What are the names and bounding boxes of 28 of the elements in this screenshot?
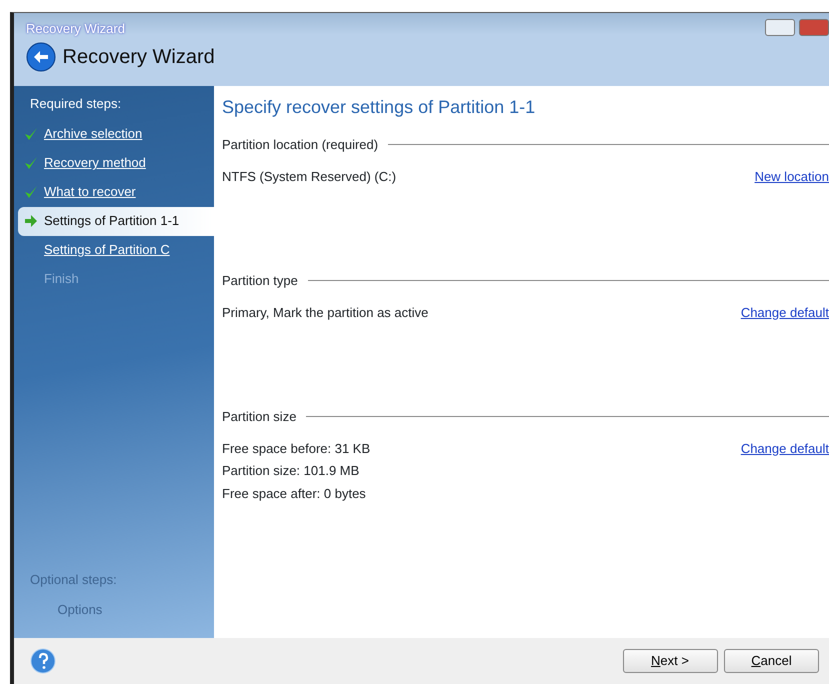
group-title: Partition location (required) — [222, 136, 378, 154]
setting-value: Free space before: 31 KB — [222, 440, 370, 458]
step-link[interactable]: Recovery method — [44, 153, 146, 173]
step-label: Options — [58, 600, 102, 619]
setting-value: Partition size: 101.9 MB — [222, 462, 360, 480]
next-button[interactable]: Next > — [622, 649, 718, 673]
setting-value: Primary, Mark the partition as active — [222, 304, 428, 322]
change-link[interactable]: Change default — [740, 302, 829, 322]
setting-value: Free space after: 0 bytes — [222, 485, 367, 503]
section-heading: Optional steps: — [29, 570, 118, 589]
change-link[interactable]: New location — [754, 166, 829, 186]
next-button[interactable]: Cancel — [724, 649, 819, 673]
section-heading: Required steps: — [29, 95, 122, 113]
step-link[interactable]: Archive selection — [44, 124, 142, 144]
setting-value: NTFS (System Reserved) (C:) — [222, 168, 396, 186]
step-link[interactable]: What to recover — [44, 182, 136, 202]
change-link[interactable]: Change default — [740, 438, 829, 458]
back-icon[interactable] — [26, 42, 56, 72]
group-title: Partition size — [222, 408, 296, 426]
page-title: Specify recover settings of Partition 1-1 — [222, 96, 536, 119]
current-step: Settings of Partition 1-1 — [44, 211, 180, 231]
group-title: Partition type — [222, 272, 298, 290]
help-icon[interactable] — [30, 648, 56, 674]
window-title: Recovery Wizard — [26, 20, 125, 38]
step-label: Finish — [44, 270, 79, 288]
step-link[interactable]: Settings of Partition C — [44, 240, 170, 260]
restore-button[interactable] — [765, 19, 795, 36]
wizard-header: Recovery Wizard — [62, 44, 215, 70]
